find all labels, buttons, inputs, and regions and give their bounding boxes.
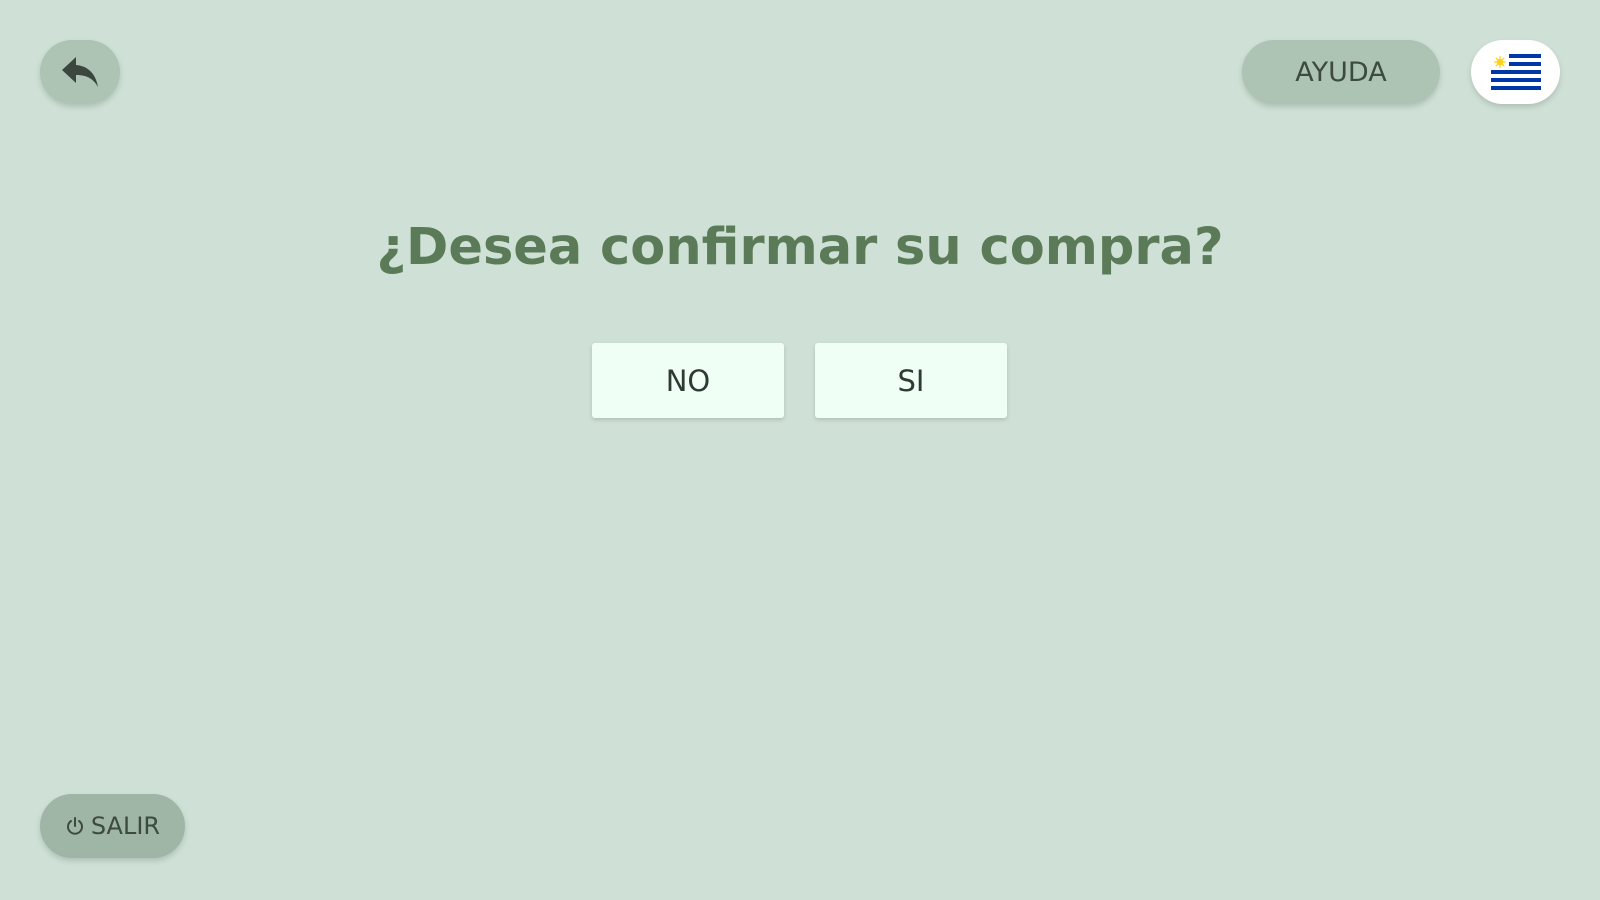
language-button[interactable] <box>1471 40 1560 104</box>
reply-arrow-icon <box>62 57 98 87</box>
uruguay-flag-icon <box>1490 54 1541 90</box>
confirmation-question: ¿Desea confirmar su compra? <box>376 218 1224 277</box>
back-button[interactable] <box>40 40 120 104</box>
no-button[interactable]: NO <box>592 343 784 418</box>
power-icon <box>66 817 83 835</box>
help-button[interactable]: AYUDA <box>1242 40 1440 104</box>
exit-label: SALIR <box>90 812 161 840</box>
exit-button[interactable]: SALIR <box>40 794 185 858</box>
yes-button[interactable]: SI <box>815 343 1007 418</box>
